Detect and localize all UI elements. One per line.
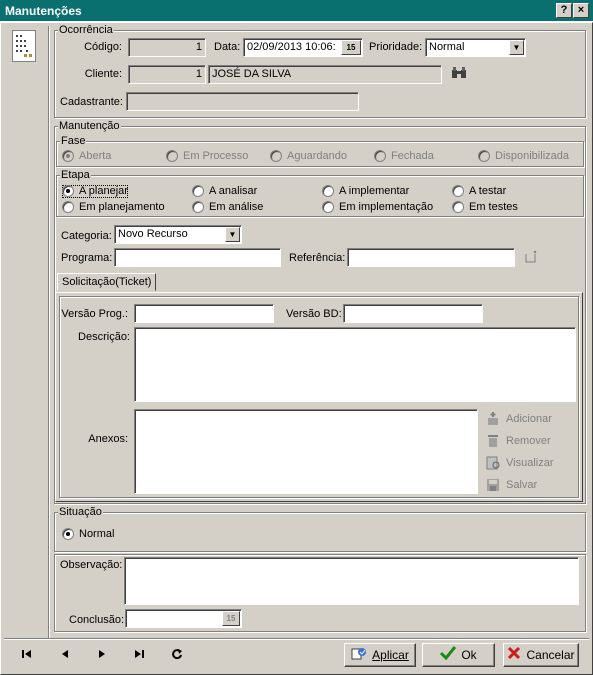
left-panel-separator: [48, 26, 50, 638]
versao-bd-label: Versão BD:: [286, 308, 342, 320]
cadastrante-field: [126, 92, 359, 111]
previous-record-icon[interactable]: [56, 648, 74, 664]
bottom-separator: [4, 638, 589, 640]
situacao-radio-normal[interactable]: Normal: [62, 528, 114, 541]
close-button[interactable]: ×: [573, 3, 589, 18]
programa-label: Programa:: [61, 252, 113, 264]
prioridade-select[interactable]: Normal ▼: [425, 38, 526, 57]
etapa-radio-em-planejamento[interactable]: Em planejamento: [62, 201, 165, 214]
versao-bd-input[interactable]: [343, 304, 483, 323]
fase-radio-disponibilizada: Disponibilizada: [478, 150, 569, 163]
etapa-radio-em-analise[interactable]: Em análise: [192, 201, 263, 214]
cliente-name-field: JOSÉ DA SILVA: [208, 65, 442, 84]
help-button[interactable]: ?: [556, 3, 572, 18]
descricao-label: Descrição:: [78, 331, 130, 343]
ok-button[interactable]: Ok: [422, 643, 495, 667]
programa-input[interactable]: [114, 248, 281, 267]
last-record-icon[interactable]: [130, 648, 148, 664]
referencia-label: Referência:: [289, 252, 346, 264]
fase-radio-fechada: Fechada: [374, 150, 434, 163]
data-label: Data:: [214, 41, 241, 53]
adicionar-button[interactable]: Adicionar: [486, 411, 552, 427]
observacao-label: Observação:: [60, 559, 123, 571]
view-attachment-icon: [486, 456, 501, 470]
fase-radio-em-processo: Em Processo: [166, 150, 248, 163]
next-record-icon[interactable]: [93, 648, 111, 664]
visualizar-button[interactable]: Visualizar: [486, 455, 554, 471]
cliente-label: Cliente:: [84, 68, 122, 80]
salvar-button[interactable]: Salvar: [486, 477, 537, 493]
conclusao-label: Conclusão:: [69, 614, 125, 626]
data-value: 02/09/2013 10:06:: [247, 41, 336, 53]
calendar-icon[interactable]: 15: [222, 611, 240, 626]
anexos-label: Anexos:: [88, 433, 128, 445]
etapa-radio-a-planejar[interactable]: A planejar: [62, 185, 128, 198]
situacao-legend: Situação: [58, 506, 103, 518]
window-title: Manutenções: [5, 4, 82, 18]
add-attachment-icon: [486, 412, 501, 426]
descricao-textarea[interactable]: [134, 327, 576, 402]
etapa-legend: Etapa: [60, 169, 91, 181]
remover-button[interactable]: Remover: [486, 433, 551, 449]
prioridade-value: Normal: [429, 41, 465, 53]
categoria-select[interactable]: Novo Recurso ▼: [114, 225, 242, 244]
prioridade-label: Prioridade:: [369, 41, 423, 53]
etapa-radio-a-implementar[interactable]: A implementar: [322, 185, 409, 198]
observacao-textarea[interactable]: [124, 557, 579, 605]
apply-icon: [351, 645, 367, 667]
etapa-radio-em-implementacao[interactable]: Em implementação: [322, 201, 433, 214]
remove-attachment-icon: [486, 434, 501, 448]
tab-solicitacao-ticket[interactable]: Solicitação(Ticket): [57, 273, 157, 291]
fase-legend: Fase: [60, 135, 87, 147]
window-titlebar: Manutenções ? ×: [0, 0, 593, 22]
first-record-icon[interactable]: [18, 648, 36, 664]
codigo-label: Código:: [84, 41, 122, 53]
new-reference-icon[interactable]: [524, 250, 538, 264]
categoria-label: Categoria:: [61, 230, 112, 242]
cliente-code-field: 1: [128, 65, 206, 84]
aplicar-button[interactable]: Aplicar: [344, 643, 416, 667]
refresh-icon[interactable]: [168, 648, 186, 664]
ocorrencia-legend: Ocorrência: [58, 24, 114, 36]
data-field[interactable]: 02/09/2013 10:06: 15: [243, 38, 363, 57]
etapa-radio-a-testar[interactable]: A testar: [452, 185, 506, 198]
categoria-value: Novo Recurso: [118, 228, 188, 240]
save-disk-icon: [486, 478, 501, 492]
form-document-icon: [12, 30, 36, 62]
check-icon: [440, 645, 457, 667]
chevron-down-icon[interactable]: ▼: [225, 227, 240, 242]
etapa-radio-a-analisar[interactable]: A analisar: [192, 185, 257, 198]
situacao-group: [54, 512, 586, 552]
conclusao-date-field[interactable]: 15: [125, 609, 242, 628]
versao-prog-input[interactable]: [134, 304, 274, 323]
cancelar-button[interactable]: Cancelar: [503, 643, 579, 667]
versao-prog-label: Versão Prog.:: [61, 308, 128, 320]
cancel-x-icon: [507, 645, 521, 667]
anexos-list[interactable]: [134, 409, 478, 494]
fase-radio-aguardando: Aguardando: [270, 150, 347, 163]
etapa-radio-em-testes[interactable]: Em testes: [452, 201, 518, 214]
cadastrante-label: Cadastrante:: [60, 96, 123, 108]
fase-radio-aberta: Aberta: [62, 150, 111, 163]
codigo-field: 1: [128, 38, 206, 57]
chevron-down-icon[interactable]: ▼: [509, 40, 524, 55]
manutencao-legend: Manutenção: [58, 120, 121, 132]
binoculars-search-icon[interactable]: [451, 66, 467, 80]
calendar-icon[interactable]: 15: [341, 40, 361, 55]
referencia-input[interactable]: [347, 248, 515, 267]
